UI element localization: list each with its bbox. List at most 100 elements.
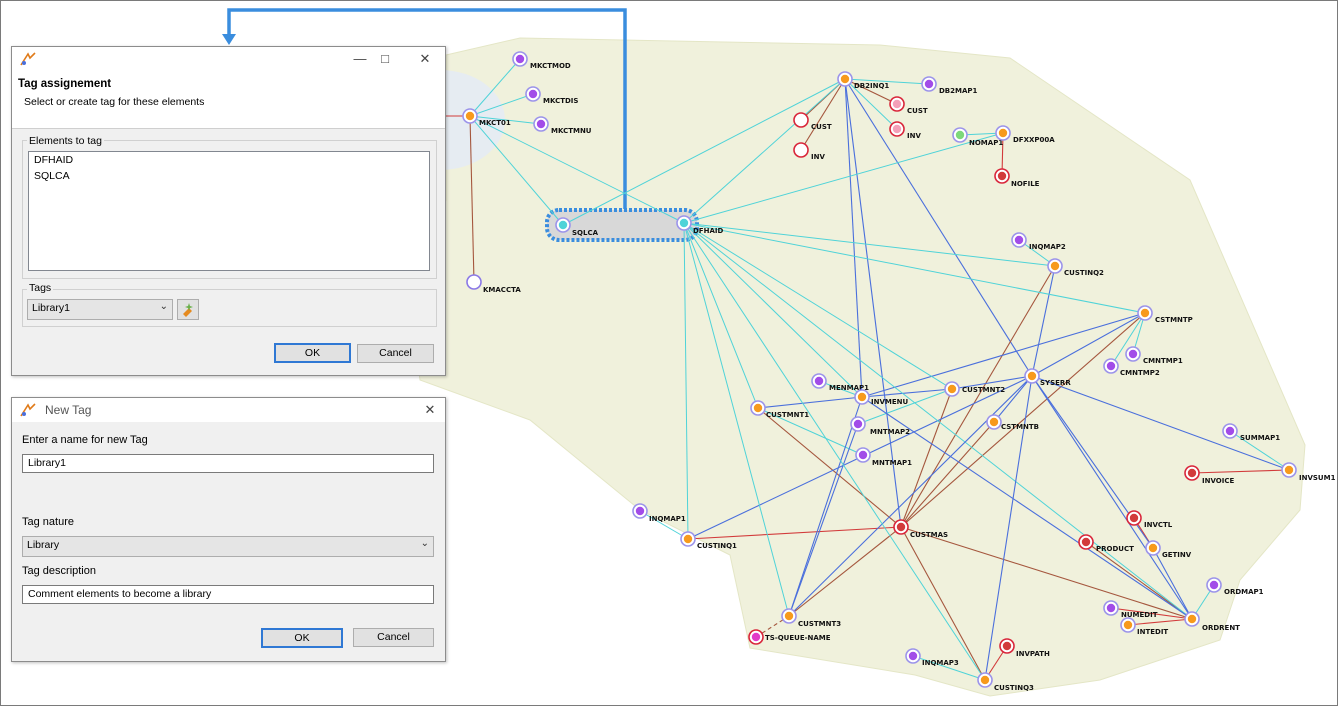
list-item[interactable]: SQLCA xyxy=(29,168,429,184)
node-label: INVOICE xyxy=(1202,477,1234,485)
node-label: INV xyxy=(811,153,825,161)
app-icon xyxy=(20,52,36,66)
tag-nature-dropdown[interactable]: Library ⌄ xyxy=(22,536,434,557)
close-button[interactable]: ✕ xyxy=(416,50,434,68)
node-dot xyxy=(853,419,863,429)
node-dot xyxy=(751,632,761,642)
tag-name-input[interactable]: Library1 xyxy=(22,454,434,473)
dialog-heading: Tag assignement xyxy=(18,78,112,90)
ok-button[interactable]: OK xyxy=(261,628,343,648)
node-label: MKCTDIS xyxy=(543,97,578,105)
new-tag-button[interactable] xyxy=(177,299,199,320)
tags-dropdown-value: Library1 xyxy=(32,302,70,314)
node-label: NOFILE xyxy=(1011,180,1040,188)
chevron-down-icon: ⌄ xyxy=(420,538,429,549)
node-dot xyxy=(1106,361,1116,371)
node-label: CUSTINQ3 xyxy=(994,684,1034,692)
tag-add-icon xyxy=(183,303,193,317)
node-dot xyxy=(857,392,867,402)
dialog-header: Tag assignement Select or create tag for… xyxy=(12,71,445,129)
node-dot xyxy=(892,124,902,134)
node-label: CUST xyxy=(907,107,928,115)
node-label: DFXXP00A xyxy=(1013,136,1055,144)
dialog-titlebar: — □ ✕ xyxy=(12,47,445,71)
list-item[interactable]: DFHAID xyxy=(29,152,429,168)
node-dot xyxy=(1123,620,1133,630)
node-dot xyxy=(784,611,794,621)
node-dot xyxy=(1014,235,1024,245)
node-dot xyxy=(1081,537,1091,547)
cancel-button[interactable]: Cancel xyxy=(353,628,434,647)
node-dot xyxy=(1027,371,1037,381)
node-label: MNTMAP1 xyxy=(872,459,912,467)
close-button[interactable]: ✕ xyxy=(421,401,439,419)
node-dot xyxy=(1106,603,1116,613)
node-label: INTEDIT xyxy=(1137,628,1168,636)
tags-dropdown[interactable]: Library1 ⌄ xyxy=(27,299,173,320)
tag-description-value: Comment elements to become a library xyxy=(28,588,212,600)
node-label: CUSTMNT1 xyxy=(766,411,809,419)
node-label: TS-QUEUE-NAME xyxy=(765,634,831,642)
node-dot xyxy=(679,218,689,228)
node-dot xyxy=(1128,349,1138,359)
elements-group-label: Elements to tag xyxy=(27,135,104,147)
node-label: CSTMNTB xyxy=(1001,423,1039,431)
node-label: INV xyxy=(907,132,921,140)
node-dot xyxy=(892,99,902,109)
node-label: INVMENU xyxy=(871,398,908,406)
node-dot xyxy=(997,171,1007,181)
node-label: MNTMAP2 xyxy=(870,428,910,436)
node-dot xyxy=(558,220,568,230)
node-label: MKCT01 xyxy=(479,119,511,127)
cancel-button[interactable]: Cancel xyxy=(357,344,434,363)
dialog-subtitle: Select or create tag for these elements xyxy=(24,96,205,108)
node-dot xyxy=(924,79,934,89)
node-dot xyxy=(1148,543,1158,553)
node-ring xyxy=(793,112,809,128)
node-label: MKCTMOD xyxy=(530,62,571,70)
node-dot xyxy=(635,506,645,516)
node-label: CUSTINQ1 xyxy=(697,542,737,550)
node-label: GETINV xyxy=(1162,551,1192,559)
tag-description-input[interactable]: Comment elements to become a library xyxy=(22,585,434,604)
node-dot xyxy=(1050,261,1060,271)
tag-name-value: Library1 xyxy=(28,457,66,469)
node-dot xyxy=(814,376,824,386)
node-label: ORDRENT xyxy=(1202,624,1240,632)
node-dot xyxy=(908,651,918,661)
node-label: ORDMAP1 xyxy=(1224,588,1264,596)
graph-hull xyxy=(409,37,1306,697)
maximize-button[interactable]: □ xyxy=(376,50,394,68)
node-dot xyxy=(1129,513,1139,523)
node-label: PRODUCT xyxy=(1096,545,1134,553)
node-dot xyxy=(1284,465,1294,475)
node-dot xyxy=(1187,468,1197,478)
node-dot xyxy=(980,675,990,685)
node-label: CUSTINQ2 xyxy=(1064,269,1104,277)
node-label: NOMAP1 xyxy=(969,139,1003,147)
node-label: SUMMAP1 xyxy=(1240,434,1280,442)
node-label: CUSTMNT3 xyxy=(798,620,841,628)
node-label: INQMAP3 xyxy=(922,659,959,667)
node-label: MKCTMNU xyxy=(551,127,592,135)
node-label: SYSERR xyxy=(1040,379,1071,387)
ok-button[interactable]: OK xyxy=(274,343,351,363)
node-dot xyxy=(896,522,906,532)
node-label: SQLCA xyxy=(572,229,599,237)
node-dot xyxy=(1002,641,1012,651)
dialog-title: New Tag xyxy=(45,403,92,417)
node-label: CUSTMNT2 xyxy=(962,386,1005,394)
node-label: CMNTMP2 xyxy=(1120,369,1160,377)
node-dot xyxy=(1140,308,1150,318)
minimize-button[interactable]: — xyxy=(351,50,369,68)
connector-arrowhead xyxy=(222,34,236,45)
node-dot xyxy=(989,417,999,427)
elements-list[interactable]: DFHAID SQLCA xyxy=(28,151,430,271)
name-label: Enter a name for new Tag xyxy=(22,434,148,446)
node-dot xyxy=(1209,580,1219,590)
node-label: INQMAP1 xyxy=(649,515,686,523)
node-dot xyxy=(753,403,763,413)
node-label: CUSTMAS xyxy=(910,531,948,539)
node-dot xyxy=(683,534,693,544)
node-dot xyxy=(1187,614,1197,624)
